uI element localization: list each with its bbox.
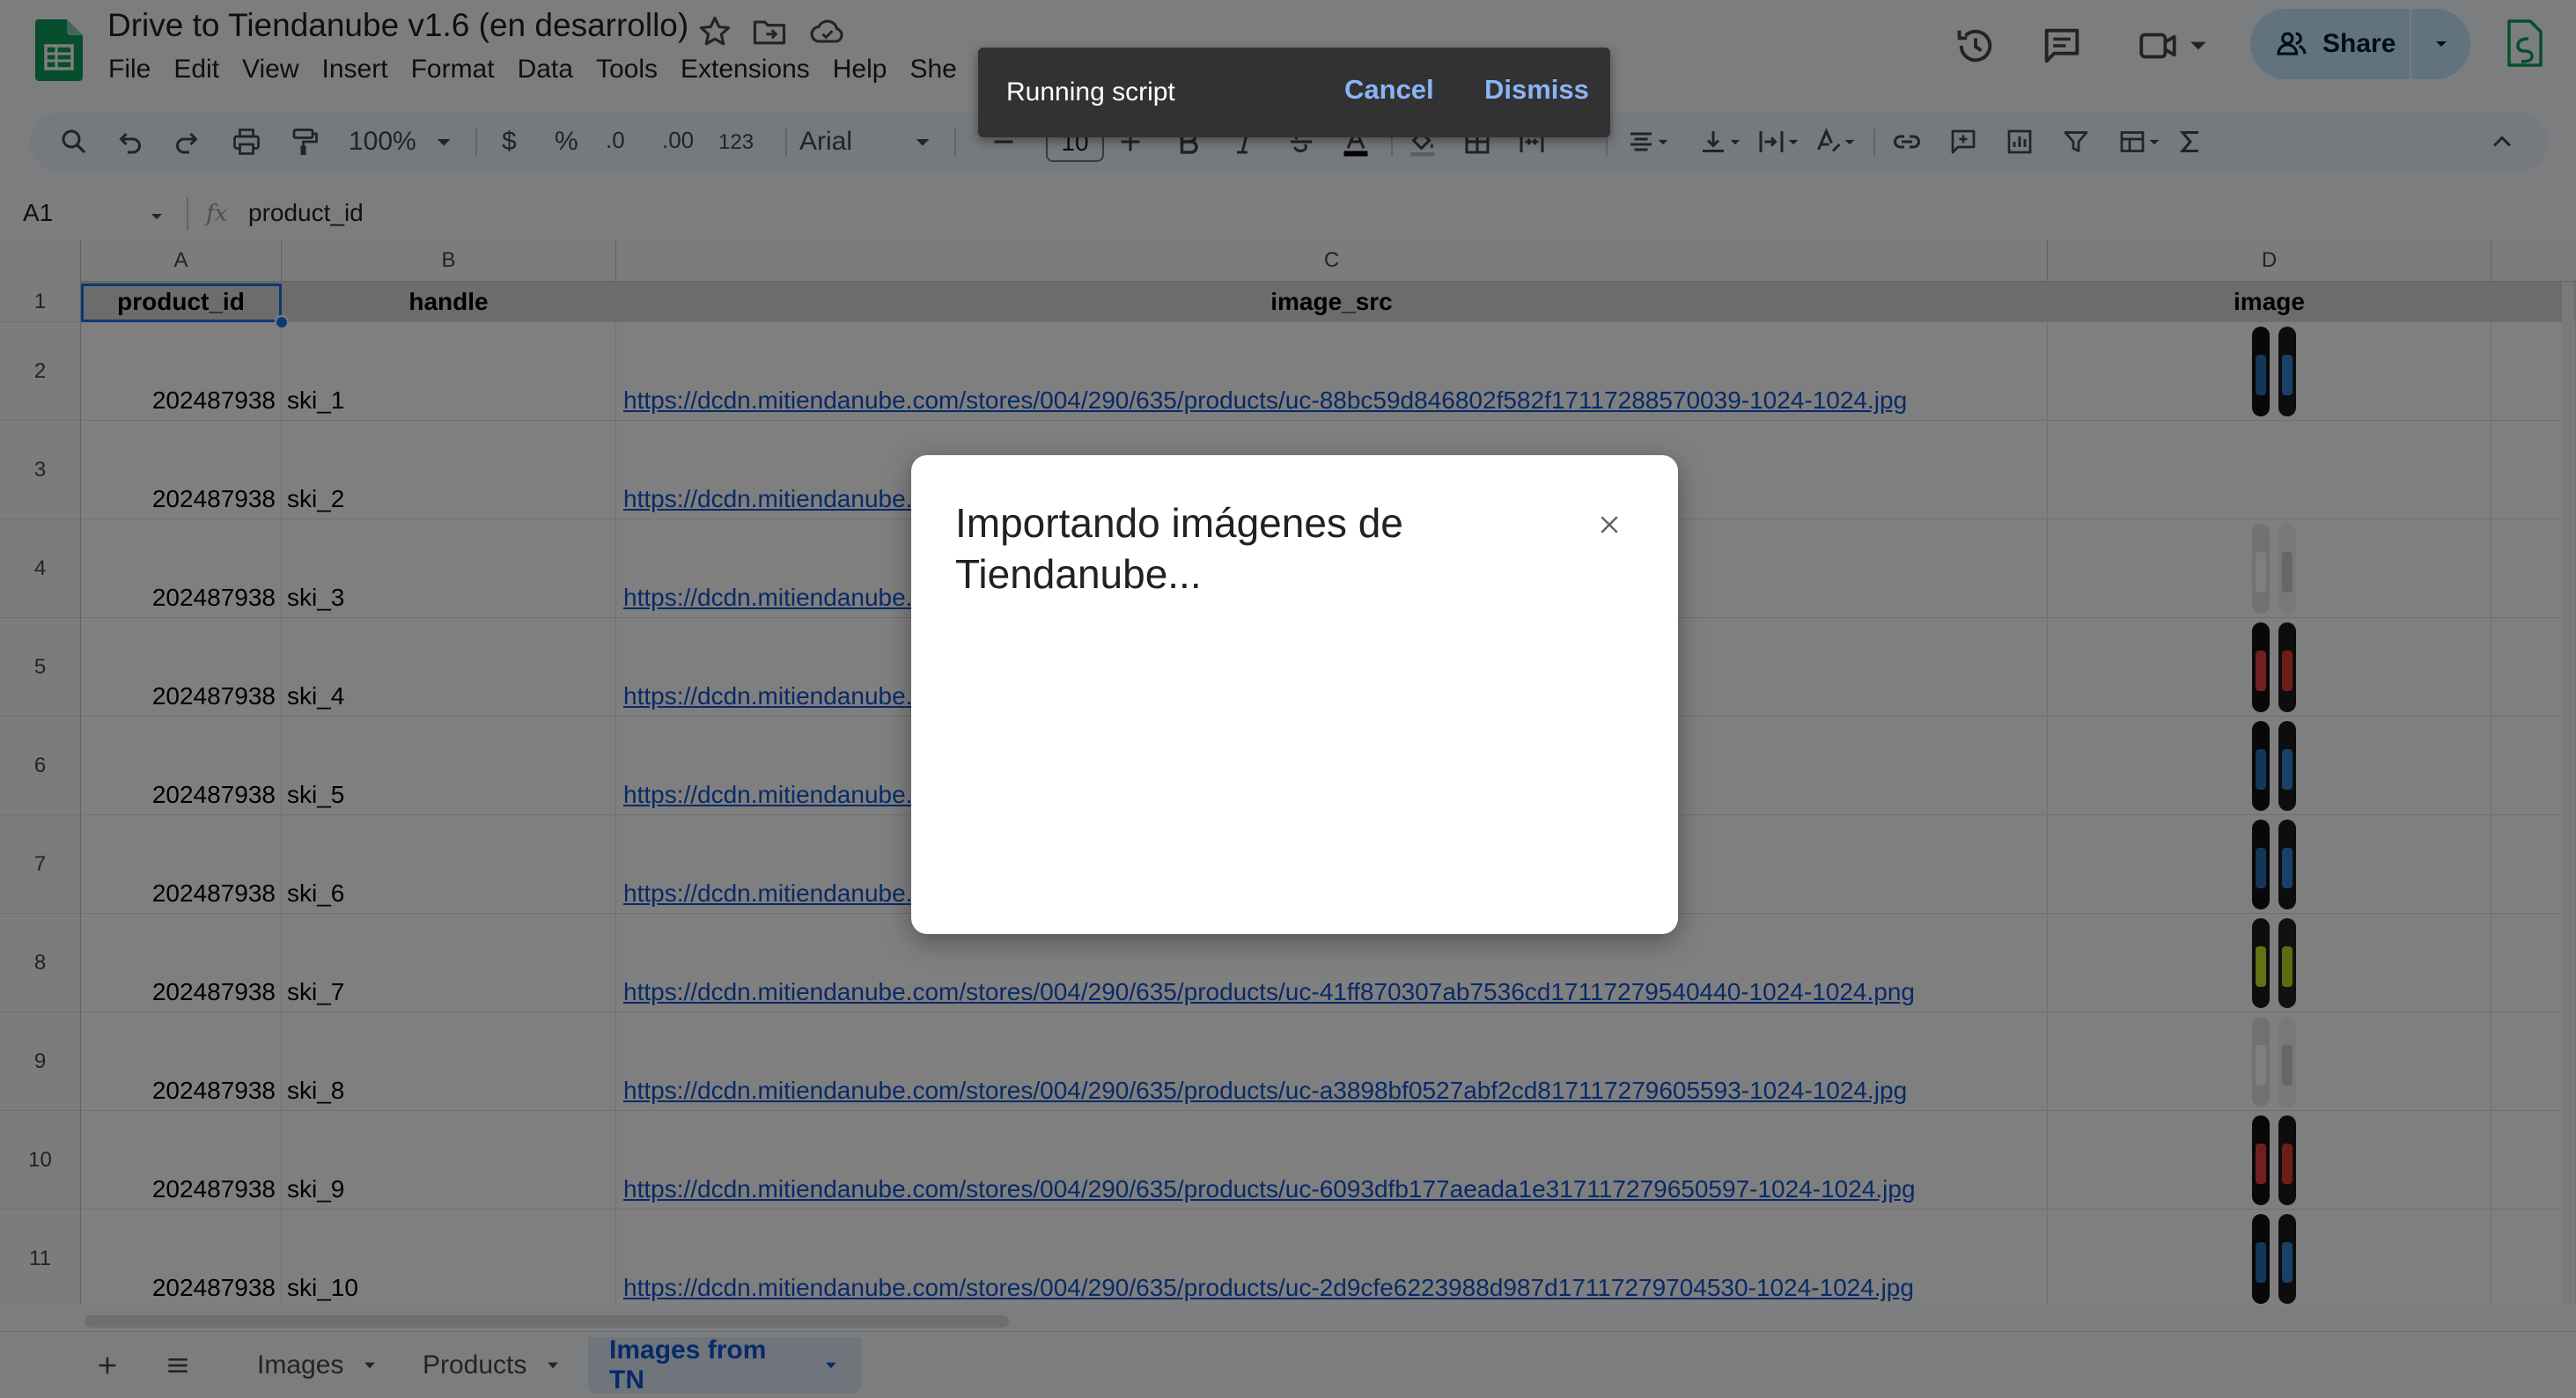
close-dialog-button[interactable] [1587,503,1631,547]
running-script-toast: Running script Cancel Dismiss [978,48,1610,137]
dismiss-toast-button[interactable]: Dismiss [1484,74,1589,106]
close-icon [1601,516,1618,533]
dialog-title: Importando imágenes de Tiendanube... [955,500,1403,597]
import-dialog: Importando imágenes de Tiendanube... [911,455,1678,934]
cancel-script-button[interactable]: Cancel [1344,74,1434,106]
toast-message: Running script [1006,77,1175,107]
